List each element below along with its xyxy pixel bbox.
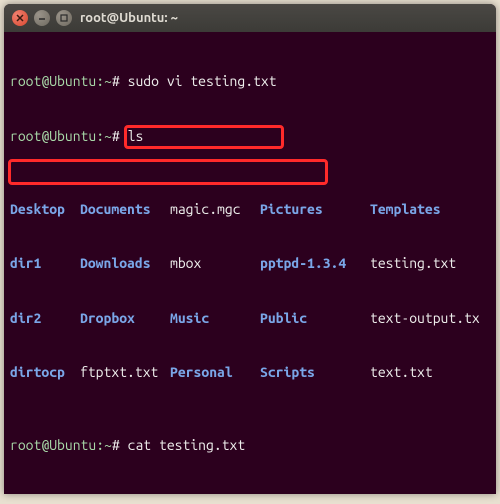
ls-entry: Documents (80, 200, 170, 218)
ls-row: Desktop Documents magic.mgc Pictures Tem… (10, 200, 490, 218)
ls-entry: Music (170, 309, 260, 327)
prompt-line: root@Ubuntu:~# cat testing.txt (10, 436, 490, 454)
window-controls (12, 10, 72, 26)
ls-entry: Personal (170, 363, 260, 381)
prompt-line: root@Ubuntu:~# ls (10, 127, 490, 145)
ls-entry: dir1 (10, 254, 80, 272)
ls-entry: Pictures (260, 200, 370, 218)
prompt-symbol: # (112, 73, 120, 89)
ls-entry: Scripts (260, 363, 370, 381)
terminal-window: root@Ubuntu: ~ root@Ubuntu:~# sudo vi te… (4, 4, 496, 494)
ls-entry: pptpd-1.3.4 (260, 254, 370, 272)
close-icon[interactable] (12, 10, 28, 26)
titlebar: root@Ubuntu: ~ (4, 4, 496, 32)
command-text: cat testing.txt (128, 437, 246, 453)
ls-entry: Templates (370, 200, 490, 218)
maximize-icon[interactable] (56, 10, 72, 26)
window-title: root@Ubuntu: ~ (80, 11, 178, 25)
command-text: ls (128, 128, 144, 144)
prompt-line: root@Ubuntu:~# sudo vi testing.txt (10, 72, 490, 90)
ls-entry: ftptxt.txt (80, 363, 170, 381)
ls-entry: magic.mgc (170, 200, 260, 218)
ls-row: dir2 Dropbox Music Public text-output.tx (10, 309, 490, 327)
annotation-highlight (8, 159, 328, 185)
ls-entry: text-output.tx (370, 309, 490, 327)
ls-entry: dir2 (10, 309, 80, 327)
prompt-user: root@Ubuntu (10, 73, 96, 89)
ls-entry: mbox (170, 254, 260, 272)
ls-row: dirtocp ftptxt.txt Personal Scripts text… (10, 363, 490, 381)
ls-entry: Downloads (80, 254, 170, 272)
ls-entry: Dropbox (80, 309, 170, 327)
ls-entry: Public (260, 309, 370, 327)
ls-entry: text.txt (370, 363, 490, 381)
ls-entry: Desktop (10, 200, 80, 218)
ls-entry: testing.txt (370, 254, 490, 272)
ls-row: dir1 Downloads mbox pptpd-1.3.4 testing.… (10, 254, 490, 272)
minimize-icon[interactable] (34, 10, 50, 26)
prompt-path: ~ (104, 73, 112, 89)
command-text: sudo vi testing.txt (128, 73, 277, 89)
ls-entry: dirtocp (10, 363, 80, 381)
terminal-body[interactable]: root@Ubuntu:~# sudo vi testing.txt root@… (4, 32, 496, 494)
